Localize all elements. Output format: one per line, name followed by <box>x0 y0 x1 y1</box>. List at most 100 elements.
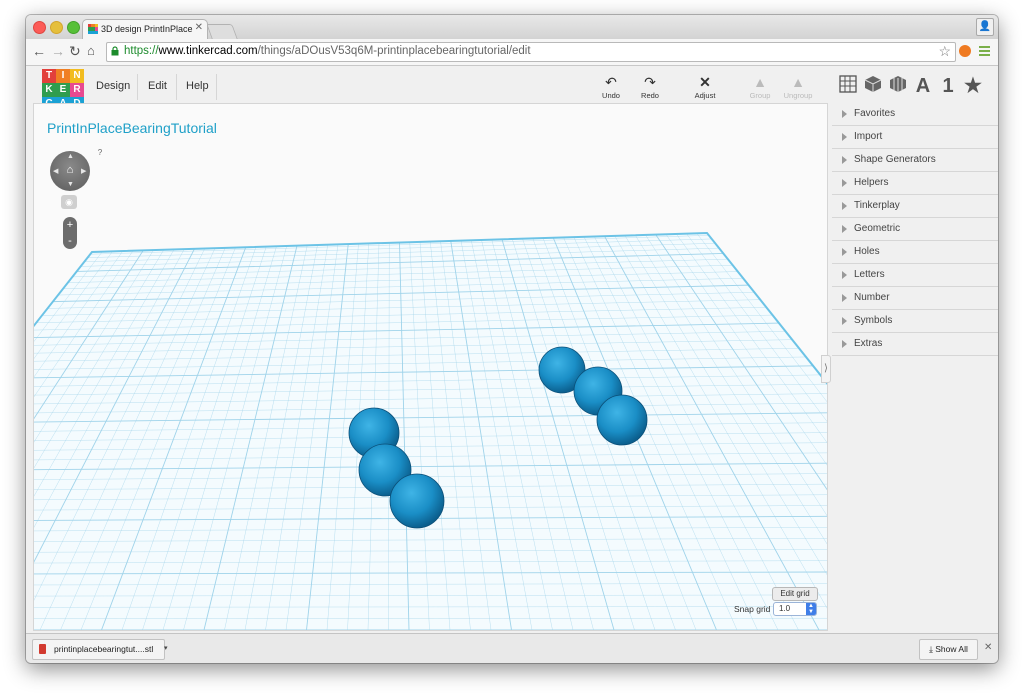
profile-icon[interactable]: 👤 <box>976 18 994 36</box>
browser-tab[interactable]: 3D design PrintInPlaceBea ✕ <box>82 19 208 40</box>
ungroup-label: Ungroup <box>783 91 813 100</box>
category-letters[interactable]: Letters <box>832 264 998 287</box>
expand-triangle-icon <box>842 133 847 141</box>
category-label: Geometric <box>854 223 901 234</box>
expand-triangle-icon <box>842 317 847 325</box>
extension-icon[interactable] <box>959 45 971 57</box>
view-help-icon[interactable]: ? <box>95 148 105 158</box>
sphere-shape[interactable] <box>596 394 648 446</box>
new-tab-button[interactable] <box>206 24 238 39</box>
close-window-button[interactable] <box>33 21 46 34</box>
category-holes[interactable]: Holes <box>832 241 998 264</box>
category-number[interactable]: Number <box>832 287 998 310</box>
category-label: Helpers <box>854 177 889 188</box>
grid-view-icon[interactable] <box>837 75 859 97</box>
dropdown-arrow-icon[interactable]: ▾ <box>164 644 168 652</box>
cube-icon[interactable] <box>862 75 884 97</box>
logo-letter: I <box>56 69 70 83</box>
category-label: Favorites <box>854 108 896 119</box>
edit-grid-button[interactable]: Edit grid <box>772 587 818 601</box>
workplane-grid[interactable] <box>34 104 827 630</box>
category-label: Holes <box>854 246 880 257</box>
category-label: Shape Generators <box>854 154 936 165</box>
snap-grid-select[interactable]: 1.0 ▲ ▼ <box>773 602 817 616</box>
expand-triangle-icon <box>842 110 847 118</box>
menu-divider <box>137 74 138 100</box>
category-helpers[interactable]: Helpers <box>832 172 998 195</box>
collapse-panel-button[interactable]: ⟩ <box>821 355 831 383</box>
category-shape-generators[interactable]: Shape Generators <box>832 149 998 172</box>
orbit-left-icon[interactable]: ◀ <box>53 167 58 175</box>
zoom-out-button[interactable]: - <box>63 233 77 249</box>
adjust-label: Adjust <box>694 91 716 100</box>
menu-help[interactable]: Help <box>186 80 209 92</box>
expand-triangle-icon <box>842 294 847 302</box>
category-label: Import <box>854 131 883 142</box>
minimize-window-button[interactable] <box>50 21 63 34</box>
back-arrow-icon[interactable]: ← <box>32 43 46 59</box>
logo-letter: E <box>56 83 70 97</box>
category-symbols[interactable]: Symbols <box>832 310 998 333</box>
zoom-in-button[interactable]: + <box>63 217 77 233</box>
undo-button[interactable]: ↶ Undo <box>591 74 631 100</box>
category-extras[interactable]: Extras <box>832 333 998 356</box>
undo-icon: ↶ <box>605 74 617 90</box>
orbit-right-icon[interactable]: ▶ <box>81 167 86 175</box>
expand-triangle-icon <box>842 156 847 164</box>
home-view-icon[interactable]: ⌂ <box>64 164 76 176</box>
view-orbit-control[interactable]: ▲ ▼ ◀ ▶ ⌂ <box>50 151 90 191</box>
orbit-down-icon[interactable]: ▼ <box>67 181 74 188</box>
category-import[interactable]: Import <box>832 126 998 149</box>
tab-close-icon[interactable]: ✕ <box>195 22 203 33</box>
favorites-star-icon[interactable]: ★ <box>962 75 984 97</box>
fit-view-button[interactable]: ◉ <box>61 195 77 209</box>
menu-design[interactable]: Design <box>96 80 130 92</box>
menu-edit[interactable]: Edit <box>148 80 167 92</box>
home-icon[interactable]: ⌂ <box>87 43 95 59</box>
browser-toolbar: ← → ↻ ⌂ https://www.tinkercad.com/things… <box>26 39 998 66</box>
reload-icon[interactable]: ↻ <box>69 43 81 59</box>
maximize-window-button[interactable] <box>67 21 80 34</box>
logo-letter: N <box>70 69 84 83</box>
bookmark-star-icon[interactable]: ☆ <box>938 43 951 60</box>
ungroup-button[interactable]: ▲ Ungroup <box>778 74 818 100</box>
sphere-shape[interactable] <box>389 473 445 529</box>
menu-divider <box>216 74 217 100</box>
category-label: Extras <box>854 338 883 349</box>
category-favorites[interactable]: Favorites <box>832 103 998 126</box>
forward-arrow-icon[interactable]: → <box>51 43 65 59</box>
numbers-tab[interactable]: 1 <box>937 75 959 97</box>
group-button[interactable]: ▲ Group <box>740 74 780 100</box>
url-path: /things/aDOusV53q6M-printinplacebearingt… <box>257 45 531 57</box>
category-label: Number <box>854 292 890 303</box>
url-text: https://www.tinkercad.com/things/aDOusV5… <box>124 45 531 57</box>
url-host: www.tinkercad.com <box>158 45 258 57</box>
browser-window: 3D design PrintInPlaceBea ✕ 👤 ← → ↻ ⌂ ht… <box>26 15 998 663</box>
workplane-viewport[interactable]: PrintInPlaceBearingTutorial ? ▲ ▼ ◀ ▶ ⌂ … <box>33 103 828 631</box>
browser-menu-icon[interactable] <box>979 46 990 58</box>
download-item[interactable]: printinplacebearingtut....stl ▾ <box>32 639 168 660</box>
expand-triangle-icon <box>842 271 847 279</box>
letters-tab[interactable]: A <box>912 75 934 97</box>
logo-letter: T <box>42 69 56 83</box>
redo-icon: ↷ <box>644 74 656 90</box>
address-bar[interactable]: https://www.tinkercad.com/things/aDOusV5… <box>106 42 956 62</box>
undo-label: Undo <box>602 91 620 100</box>
category-label: Letters <box>854 269 885 280</box>
component-icon[interactable] <box>887 75 909 97</box>
tab-strip: 3D design PrintInPlaceBea ✕ 👤 <box>26 15 998 40</box>
redo-button[interactable]: ↷ Redo <box>630 74 670 100</box>
url-scheme: https:// <box>124 45 159 57</box>
category-geometric[interactable]: Geometric <box>832 218 998 241</box>
adjust-button[interactable]: ✕ Adjust <box>685 74 725 100</box>
shape-library-panel: Favorites Import Shape Generators Helpers Ti… <box>832 103 998 383</box>
category-label: Tinkerplay <box>854 200 900 211</box>
close-download-bar-icon[interactable]: ✕ <box>984 642 992 653</box>
download-bar: printinplacebearingtut....stl ▾ ⤓ Show A… <box>26 633 998 663</box>
show-all-downloads-button[interactable]: ⤓ Show All <box>919 639 978 660</box>
design-title[interactable]: PrintInPlaceBearingTutorial <box>47 120 217 136</box>
expand-triangle-icon <box>842 225 847 233</box>
category-tinkerplay[interactable]: Tinkerplay <box>832 195 998 218</box>
expand-triangle-icon <box>842 248 847 256</box>
orbit-up-icon[interactable]: ▲ <box>67 153 74 160</box>
